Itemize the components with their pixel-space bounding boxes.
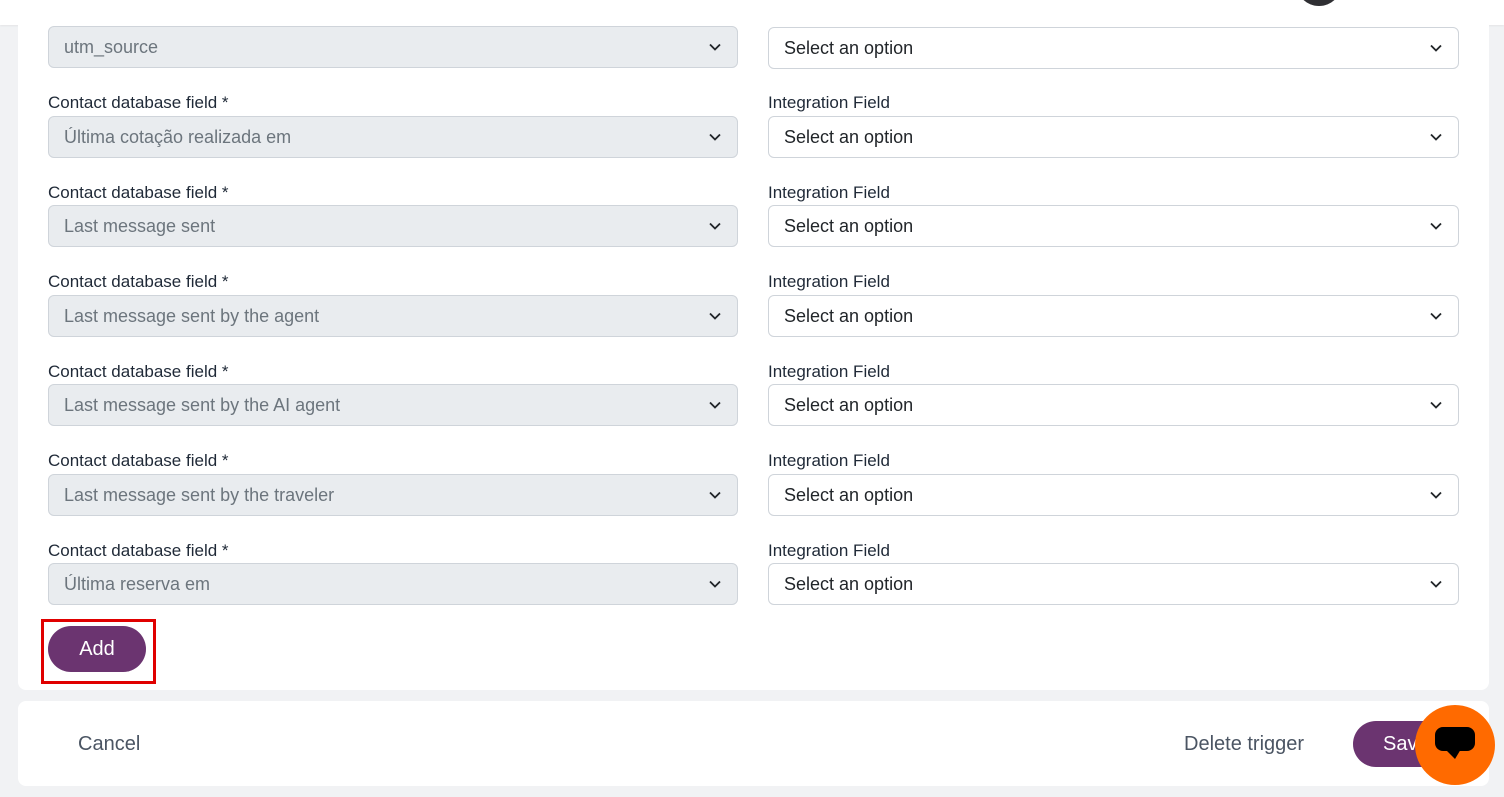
integration-field-select[interactable]: Select an option xyxy=(768,116,1459,158)
contact-field-label: Contact database field * xyxy=(48,272,229,291)
chat-widget-button[interactable] xyxy=(1415,705,1495,785)
contact-field-value: Last message sent by the AI agent xyxy=(64,394,341,415)
integration-field-value: Select an option xyxy=(784,394,914,415)
integration-field-value: Select an option xyxy=(784,305,914,326)
chevron-down-icon xyxy=(708,398,722,412)
add-mapping-button[interactable]: Add xyxy=(48,626,146,672)
contact-field-select[interactable]: Last message sent by the AI agent xyxy=(48,384,738,426)
integration-field-label: Integration Field xyxy=(768,362,890,381)
contact-field-value: Última cotação realizada em xyxy=(64,126,292,147)
contact-field-label: Contact database field * xyxy=(48,541,229,560)
integration-field-label: Integration Field xyxy=(768,451,890,470)
contact-field-select[interactable]: Last message sent by the traveler xyxy=(48,474,738,516)
integration-field-label: Integration Field xyxy=(768,272,890,291)
contact-field-select[interactable]: Last message sent by the agent xyxy=(48,295,738,337)
chevron-down-icon xyxy=(1429,488,1443,502)
integration-field-label: Integration Field xyxy=(768,93,890,112)
contact-field-label: Contact database field * xyxy=(48,362,229,381)
contact-field-label: Contact database field * xyxy=(48,451,229,470)
integration-field-value: Select an option xyxy=(784,126,914,147)
chat-bubble-icon xyxy=(1433,725,1477,766)
integration-field-select[interactable]: Select an option xyxy=(768,27,1459,69)
contact-field-value: Last message sent xyxy=(64,215,216,236)
contact-field-select[interactable]: Last message sent xyxy=(48,205,738,247)
contact-field-value: utm_source xyxy=(64,36,159,57)
chevron-down-icon xyxy=(708,309,722,323)
contact-field-label: Contact database field * xyxy=(48,183,229,202)
integration-field-label: Integration Field xyxy=(768,541,890,560)
chevron-down-icon xyxy=(1429,309,1443,323)
integration-field-value: Select an option xyxy=(784,215,914,236)
chevron-down-icon xyxy=(1429,398,1443,412)
delete-trigger-button[interactable]: Delete trigger xyxy=(1184,733,1304,756)
chevron-down-icon xyxy=(708,488,722,502)
chevron-down-icon xyxy=(708,577,722,591)
contact-field-value: Last message sent by the agent xyxy=(64,305,320,326)
integration-field-select[interactable]: Select an option xyxy=(768,474,1459,516)
contact-field-select[interactable]: utm_source xyxy=(48,26,738,68)
contact-field-select[interactable]: Última reserva em xyxy=(48,563,738,605)
chevron-down-icon xyxy=(708,219,722,233)
integration-field-value: Select an option xyxy=(784,573,914,594)
chevron-down-icon xyxy=(1429,130,1443,144)
chevron-down-icon xyxy=(708,40,722,54)
integration-field-select[interactable]: Select an option xyxy=(768,563,1459,605)
integration-field-label: Integration Field xyxy=(768,183,890,202)
contact-field-select[interactable]: Última cotação realizada em xyxy=(48,116,738,158)
integration-field-value: Select an option xyxy=(784,37,914,58)
integration-field-select[interactable]: Select an option xyxy=(768,205,1459,247)
cancel-button[interactable]: Cancel xyxy=(78,733,140,756)
chevron-down-icon xyxy=(708,130,722,144)
integration-field-select[interactable]: Select an option xyxy=(768,384,1459,426)
chevron-down-icon xyxy=(1429,577,1443,591)
avatar[interactable] xyxy=(1296,0,1342,6)
contact-field-value: Last message sent by the traveler xyxy=(64,484,335,505)
contact-field-label: Contact database field * xyxy=(48,93,229,112)
chevron-down-icon xyxy=(1429,219,1443,233)
integration-field-select[interactable]: Select an option xyxy=(768,295,1459,337)
contact-field-value: Última reserva em xyxy=(64,573,211,594)
integration-field-value: Select an option xyxy=(784,484,914,505)
chevron-down-icon xyxy=(1429,41,1443,55)
